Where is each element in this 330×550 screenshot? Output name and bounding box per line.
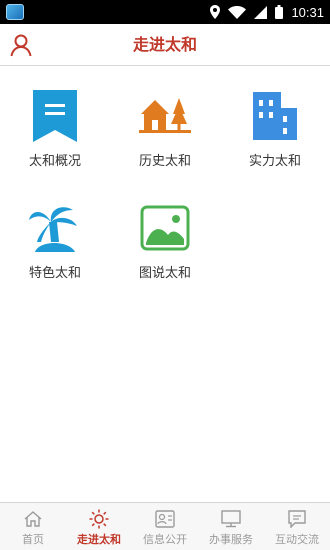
tile-label: 太和概况 (28, 154, 81, 169)
nav-label: 首页 (22, 533, 44, 546)
image-icon (139, 202, 191, 254)
signal-icon (254, 5, 268, 19)
nav-item-info[interactable]: 信息公开 (132, 503, 198, 550)
id-card-icon (155, 509, 175, 529)
palm-island-icon (29, 202, 81, 254)
tile-strength[interactable]: 实力太和 (220, 80, 330, 192)
user-button[interactable] (8, 31, 36, 59)
app-badge-icon (6, 4, 24, 20)
wifi-icon (228, 5, 247, 19)
home-icon (23, 509, 43, 529)
header-bar: 走进太和 (0, 24, 330, 66)
sun-icon (89, 509, 109, 529)
nav-label: 走进太和 (77, 533, 121, 546)
nav-item-interact[interactable]: 互动交流 (264, 503, 330, 550)
nav-label: 办事服务 (209, 533, 253, 546)
feature-grid: 太和概况 历史太和 实力太和 特色太和 图说太和 (0, 80, 330, 304)
tile-feature[interactable]: 特色太和 (0, 192, 110, 304)
status-bar: 10:31 (0, 0, 330, 24)
tile-gallery[interactable]: 图说太和 (110, 192, 220, 304)
nav-label: 信息公开 (143, 533, 187, 546)
nav-item-home[interactable]: 首页 (0, 503, 66, 550)
tile-label: 历史太和 (138, 154, 191, 169)
chat-icon (287, 509, 307, 529)
tile-history[interactable]: 历史太和 (110, 80, 220, 192)
nav-item-services[interactable]: 办事服务 (198, 503, 264, 550)
bottom-nav: 首页 走进太和 信息公开 办事服务 互动交流 (0, 502, 330, 550)
monitor-icon (221, 509, 241, 529)
bookmark-icon (29, 90, 81, 142)
tile-label: 图说太和 (138, 266, 191, 281)
status-time: 10:31 (291, 4, 324, 20)
nav-label: 互动交流 (275, 533, 319, 546)
status-right: 10:31 (210, 5, 324, 20)
house-icon (139, 90, 191, 142)
battery-icon (275, 5, 284, 19)
tile-overview[interactable]: 太和概况 (0, 80, 110, 192)
status-left (6, 4, 24, 20)
page-title: 走进太和 (132, 35, 197, 54)
tile-label: 特色太和 (28, 266, 81, 281)
nav-item-about[interactable]: 走进太和 (66, 503, 132, 550)
building-icon (249, 90, 301, 142)
tile-label: 实力太和 (248, 154, 301, 169)
location-icon (210, 5, 221, 19)
user-icon (10, 34, 32, 57)
